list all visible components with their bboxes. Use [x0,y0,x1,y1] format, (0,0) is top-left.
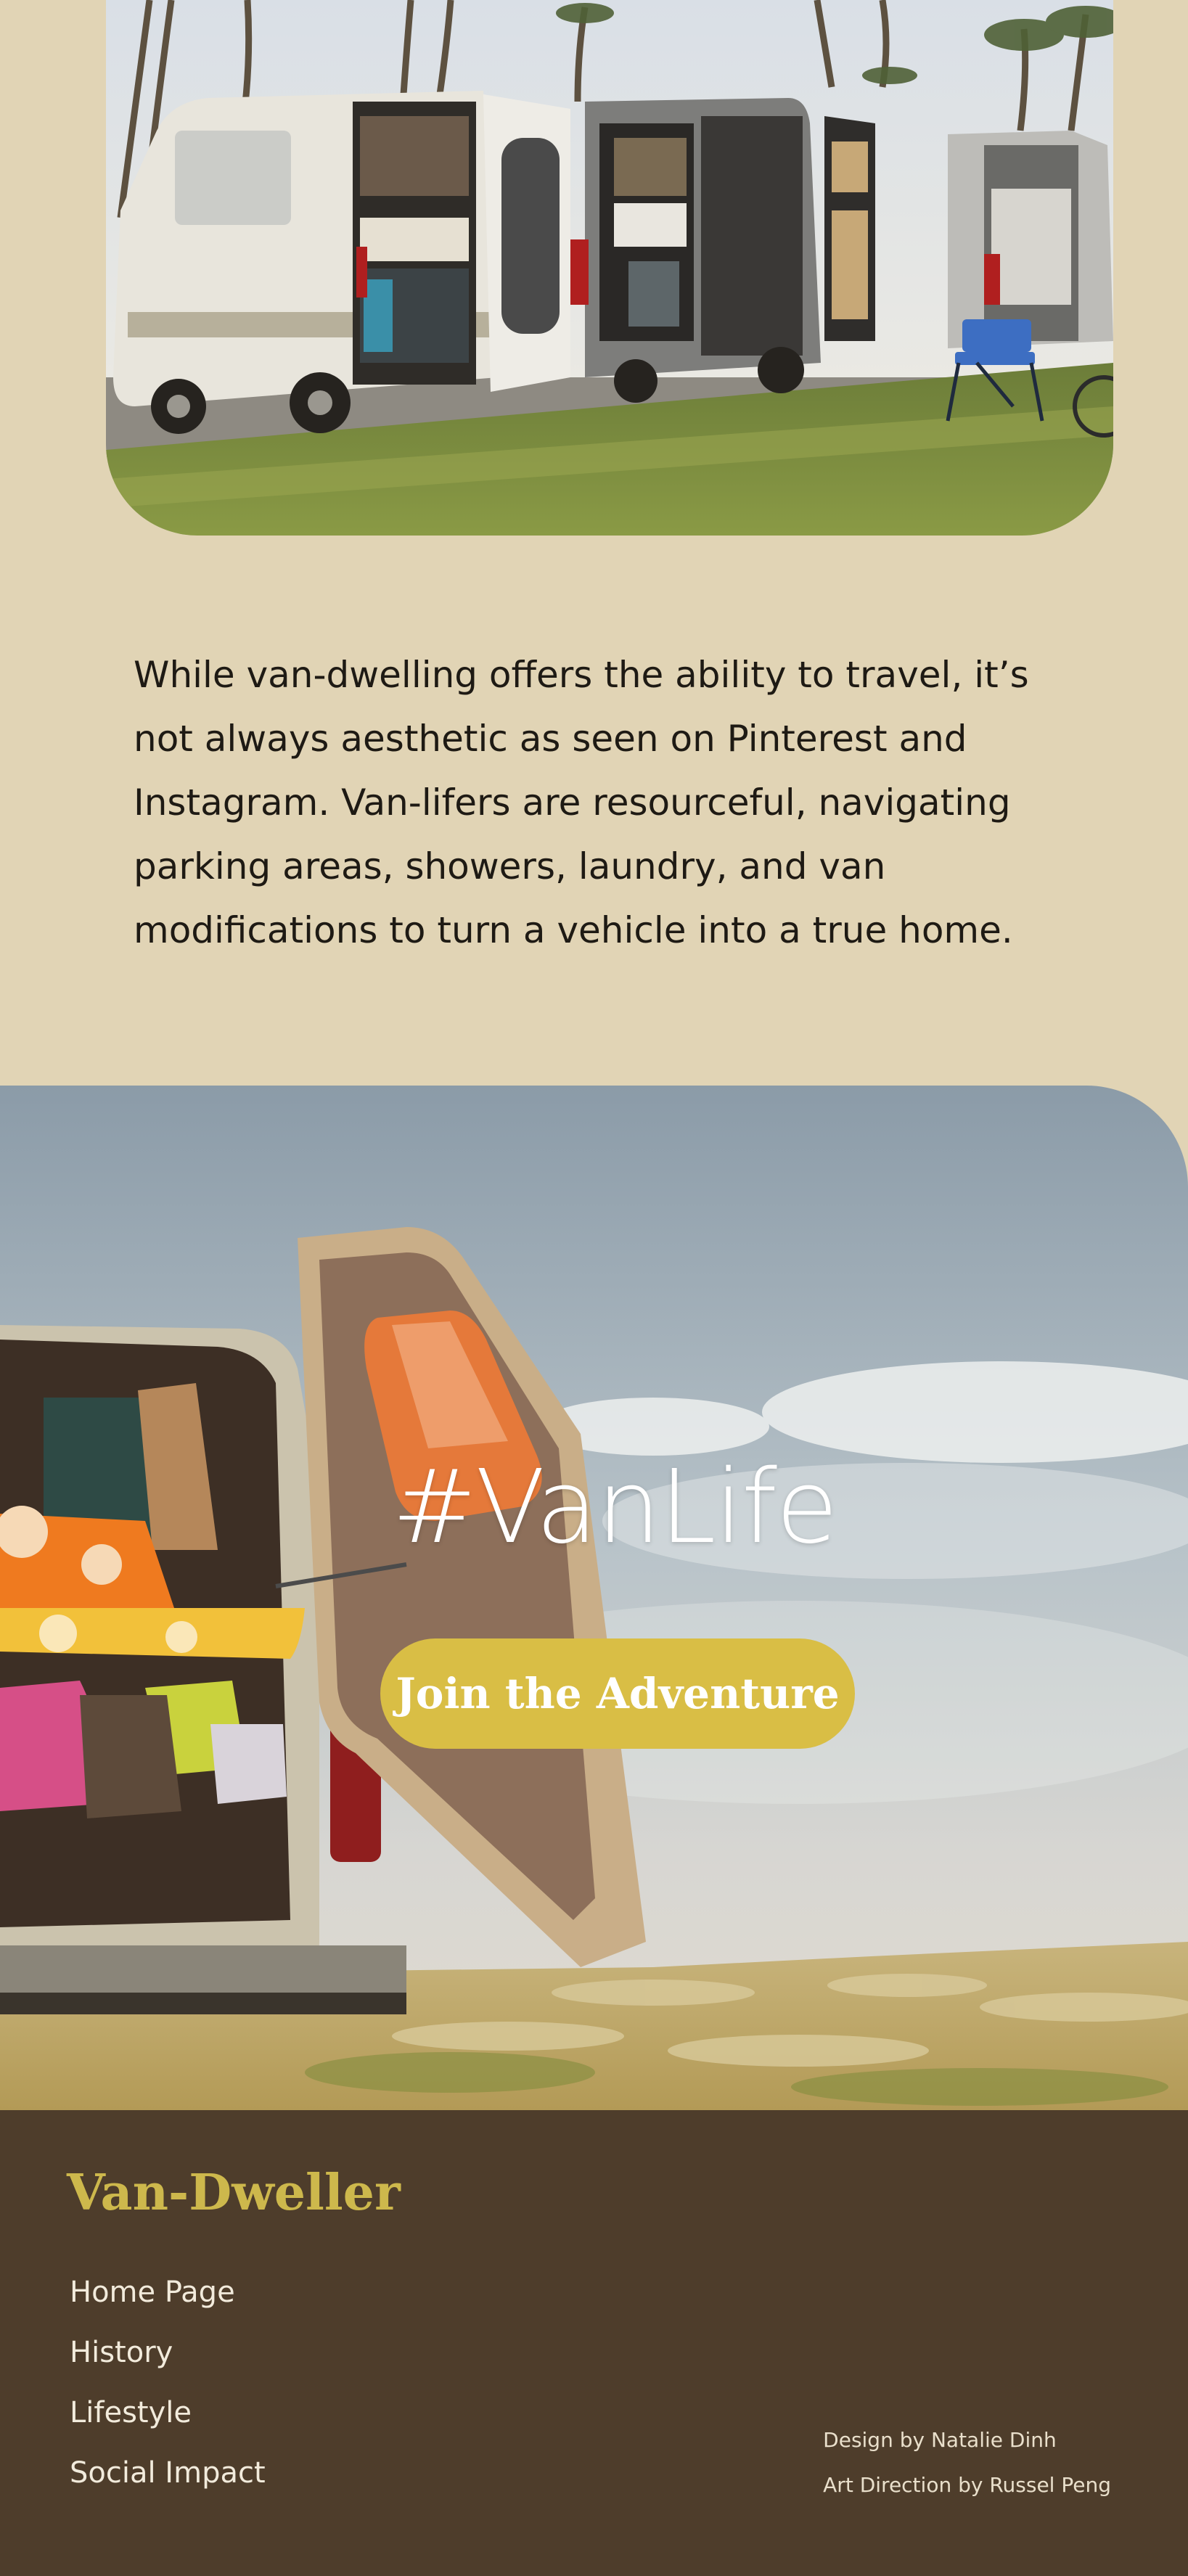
footer-credits: Design by Natalie Dinh Art Direction by … [823,2418,1111,2508]
intro-paragraph: While van-dwelling offers the ability to… [134,654,1029,951]
hero-banner: #VanLife Join the Adventure [0,1086,1188,2110]
footer-nav-social-impact: Social Impact [70,2443,266,2503]
van-above-clouds-photo [0,1086,1188,2110]
credit-art-direction: Art Direction by Russel Peng [823,2473,1111,2497]
hero-title: #VanLife [392,1448,838,1567]
footer-link-history[interactable]: History [70,2336,173,2369]
footer-nav-lifestyle: Lifestyle [70,2383,266,2443]
footer-link-home-page[interactable]: Home Page [70,2276,235,2309]
footer-nav: Home Page History Lifestyle Social Impac… [70,2263,266,2503]
footer-brand-logo[interactable]: Van-Dweller [67,2164,401,2222]
page: While van-dwelling offers the ability to… [0,0,1188,2576]
footer-nav-history: History [70,2323,266,2383]
vans-parked-photo [106,0,1113,536]
site-footer: Van-Dweller Home Page History Lifestyle … [0,2110,1188,2576]
footer-link-lifestyle[interactable]: Lifestyle [70,2396,192,2429]
footer-nav-home: Home Page [70,2263,266,2323]
credit-design: Design by Natalie Dinh [823,2428,1057,2452]
footer-link-social-impact[interactable]: Social Impact [70,2456,266,2490]
join-adventure-button[interactable]: Join the Adventure [380,1638,855,1749]
